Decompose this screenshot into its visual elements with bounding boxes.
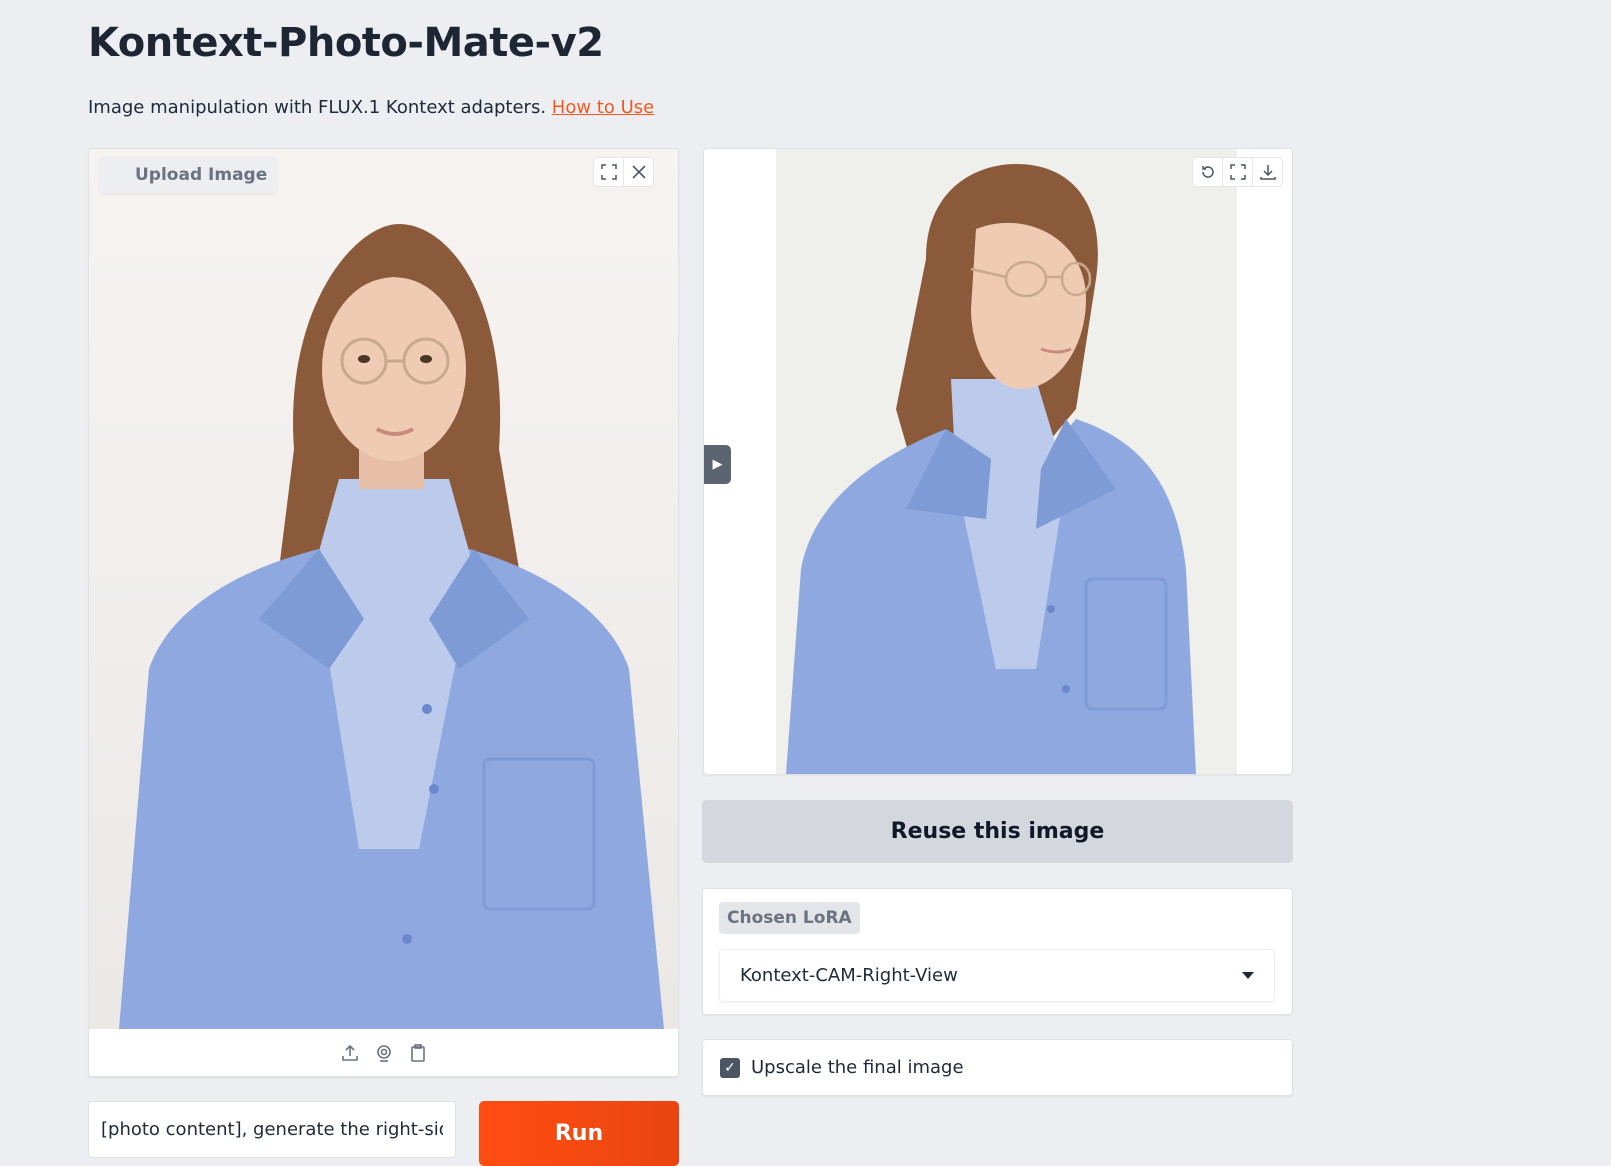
reuse-image-button[interactable]: Reuse this image: [702, 800, 1293, 863]
output-photo: [776, 149, 1237, 774]
chosen-lora-label: Chosen LoRA: [719, 902, 860, 934]
page-title: Kontext-Photo-Mate-v2: [88, 20, 604, 66]
prompt-input[interactable]: [88, 1101, 456, 1158]
upscale-label: Upscale the final image: [751, 1057, 964, 1078]
fullscreen-icon[interactable]: [594, 158, 624, 186]
lora-selected-value: Kontext-CAM-Right-View: [740, 965, 958, 986]
lora-panel: Chosen LoRA Kontext-CAM-Right-View: [702, 888, 1293, 1015]
input-image-panel[interactable]: Upload Image: [88, 148, 679, 1077]
close-icon[interactable]: [624, 158, 653, 186]
input-image-toolbar: [89, 1029, 678, 1076]
output-image-panel: ▶: [703, 148, 1293, 775]
chevron-down-icon: [1242, 972, 1254, 979]
lora-dropdown[interactable]: Kontext-CAM-Right-View: [719, 949, 1275, 1002]
subtitle-text: Image manipulation with FLUX.1 Kontext a…: [88, 97, 547, 118]
fullscreen-icon[interactable]: [1223, 158, 1253, 186]
upload-image-label: Upload Image: [99, 157, 278, 193]
download-icon[interactable]: [1253, 158, 1282, 186]
run-button[interactable]: Run: [479, 1101, 679, 1166]
how-to-use-link[interactable]: How to Use: [552, 97, 654, 118]
upscale-panel: ✓ Upscale the final image: [702, 1039, 1293, 1096]
input-image-controls: [593, 157, 654, 187]
page-subtitle: Image manipulation with FLUX.1 Kontext a…: [88, 97, 654, 118]
undo-icon[interactable]: [1193, 158, 1223, 186]
upscale-checkbox[interactable]: ✓: [720, 1057, 740, 1078]
collapse-arrow-icon[interactable]: ▶: [704, 445, 731, 484]
clipboard-icon[interactable]: [405, 1040, 431, 1066]
output-image-controls: [1192, 157, 1283, 187]
input-photo: [89, 149, 678, 1029]
upload-icon[interactable]: [337, 1040, 363, 1066]
webcam-icon[interactable]: [371, 1040, 397, 1066]
